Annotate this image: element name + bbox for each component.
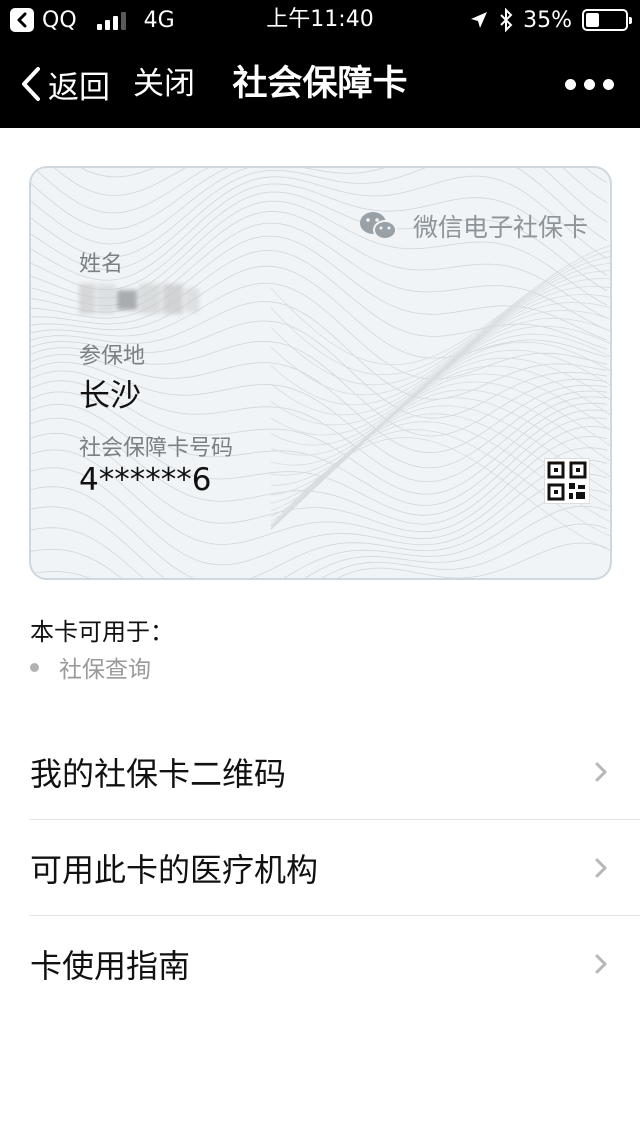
chevron-left-icon <box>17 12 27 28</box>
chevron-left-icon <box>22 67 40 101</box>
nav-bar: 返回 关闭 社会保障卡 <box>0 40 640 128</box>
menu-item-my-qr-code[interactable]: 我的社保卡二维码 <box>30 724 640 820</box>
bullet-icon <box>30 662 39 672</box>
close-button[interactable]: 关闭 <box>133 40 195 128</box>
card-number-value: 4******6 <box>79 462 212 498</box>
guilloche-line <box>31 523 608 578</box>
usage-item: 社保查询 <box>30 650 151 684</box>
wechat-icon <box>359 212 397 240</box>
back-label: 返回 <box>48 69 110 106</box>
guilloche-line <box>31 489 608 578</box>
status-right: 35% <box>469 0 632 40</box>
card-number-label: 社会保障卡号码 <box>79 436 234 461</box>
guilloche-line <box>53 168 186 196</box>
name-label: 姓名 <box>79 252 124 277</box>
qr-code-icon <box>547 461 587 501</box>
guilloche-line <box>31 542 608 578</box>
menu-item-label: 卡使用指南 <box>30 947 191 985</box>
network-type: 4G <box>143 7 175 33</box>
status-bar: QQ 4G 上午11:40 35% <box>0 0 640 40</box>
menu-item-medical-institutions[interactable]: 可用此卡的医疗机构 <box>30 820 640 916</box>
battery-icon <box>582 9 632 31</box>
signal-icon <box>96 10 126 30</box>
chevron-right-icon <box>595 858 607 877</box>
social-security-card: 微信电子社保卡 姓名 参保地 长沙 社会保障卡号码 4******6 <box>29 166 612 580</box>
guilloche-line <box>33 168 608 214</box>
menu-item-label: 可用此卡的医疗机构 <box>30 850 319 889</box>
back-to-app-button[interactable] <box>10 8 34 32</box>
name-value-blurred <box>79 278 201 320</box>
location-value: 长沙 <box>79 378 141 414</box>
chevron-right-icon <box>595 762 607 781</box>
status-left: QQ 4G <box>10 0 175 40</box>
location-label: 参保地 <box>79 344 146 369</box>
usage-item-label: 社保查询 <box>59 657 151 683</box>
card-qr-button[interactable] <box>544 458 590 504</box>
guilloche-line <box>270 278 610 416</box>
guilloche-line <box>80 168 155 178</box>
more-dot-icon <box>603 78 614 90</box>
guilloche-line <box>270 245 610 365</box>
more-button[interactable] <box>565 40 614 128</box>
more-dot-icon <box>584 78 595 90</box>
menu-item-card-guide[interactable]: 卡使用指南 <box>30 916 640 1012</box>
card-brand-label: 微信电子社保卡 <box>412 213 588 242</box>
battery-percent: 35% <box>523 7 572 33</box>
usage-title: 本卡可用于： <box>30 618 174 646</box>
chevron-right-icon <box>595 954 607 974</box>
back-app-name: QQ <box>42 7 77 33</box>
bluetooth-icon <box>500 8 513 32</box>
location-arrow-icon <box>471 12 488 28</box>
card-brand: 微信电子社保卡 <box>359 208 588 244</box>
menu-item-label: 我的社保卡二维码 <box>30 754 287 793</box>
back-button[interactable]: 返回 <box>20 40 110 128</box>
more-dot-icon <box>565 78 576 90</box>
